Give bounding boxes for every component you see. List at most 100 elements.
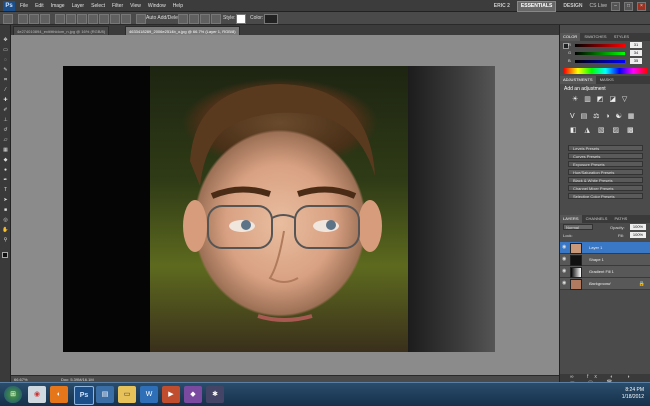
intersect-icon[interactable] bbox=[200, 14, 210, 24]
eye-icon[interactable]: ◉ bbox=[562, 281, 567, 286]
opacity-input[interactable]: 100% bbox=[630, 224, 646, 230]
green-channel-slider[interactable]: G 34 bbox=[568, 50, 642, 57]
history-brush-tool-icon[interactable]: ↺ bbox=[2, 127, 9, 134]
menu-filter[interactable]: Filter bbox=[112, 0, 123, 12]
pen-icon[interactable] bbox=[55, 14, 65, 24]
chrome-icon[interactable]: ◉ bbox=[28, 386, 46, 403]
eraser-tool-icon[interactable]: ▱ bbox=[2, 137, 9, 144]
color-ramp[interactable] bbox=[564, 68, 647, 74]
word-icon[interactable]: W bbox=[140, 386, 158, 403]
folder-icon[interactable]: ▭ bbox=[118, 386, 136, 403]
dodge-tool-icon[interactable]: ● bbox=[2, 167, 9, 174]
clone-stamp-tool-icon[interactable]: ⊥ bbox=[2, 117, 9, 124]
eye-icon[interactable]: ◉ bbox=[562, 245, 567, 250]
explorer-icon[interactable]: ▤ bbox=[96, 386, 114, 403]
tab-adjustments[interactable]: ADJUSTMENTS bbox=[560, 76, 596, 84]
tab-swatches[interactable]: SWATCHES bbox=[581, 33, 609, 41]
workspace-eric2[interactable]: ERIC 2 bbox=[491, 2, 513, 11]
firefox-icon[interactable]: ◐ bbox=[50, 386, 68, 403]
color-swatch[interactable] bbox=[264, 14, 278, 24]
subtract-icon[interactable] bbox=[189, 14, 199, 24]
path-select-tool-icon[interactable]: ➤ bbox=[2, 197, 9, 204]
app-icon[interactable]: ◆ bbox=[184, 386, 202, 403]
preset-exposure[interactable]: Exposure Presets bbox=[568, 161, 643, 167]
gradient-tool-icon[interactable]: ▦ bbox=[2, 147, 9, 154]
shape-layers-icon[interactable] bbox=[18, 14, 28, 24]
pen-tool-icon[interactable]: ✒ bbox=[2, 177, 9, 184]
3d-rotate-tool-icon[interactable]: ◎ bbox=[2, 217, 9, 224]
polygon-icon[interactable] bbox=[110, 14, 120, 24]
combine-icon[interactable] bbox=[178, 14, 188, 24]
eye-icon[interactable]: ◉ bbox=[562, 269, 567, 274]
foreground-color-swatch[interactable] bbox=[2, 252, 8, 258]
menu-view[interactable]: View bbox=[130, 0, 141, 12]
menu-select[interactable]: Select bbox=[91, 0, 105, 12]
menu-layer[interactable]: Layer bbox=[72, 0, 85, 12]
preset-selective-color[interactable]: Selective Color Presets bbox=[568, 193, 643, 199]
ellipse-icon[interactable] bbox=[99, 14, 109, 24]
rounded-rectangle-icon[interactable] bbox=[88, 14, 98, 24]
shape-tool-icon[interactable]: ■ bbox=[2, 207, 9, 214]
system-clock[interactable]: 8:24 PM 1/18/2012 bbox=[622, 387, 644, 401]
menu-window[interactable]: Window bbox=[148, 0, 166, 12]
eye-icon[interactable]: ◉ bbox=[562, 257, 567, 262]
line-icon[interactable] bbox=[121, 14, 131, 24]
auto-add-delete-checkbox[interactable] bbox=[136, 14, 146, 24]
layer-row[interactable]: ◉ Gradient Fill 1 bbox=[560, 266, 650, 278]
eyedropper-tool-icon[interactable]: ⁄ bbox=[2, 87, 9, 94]
exclude-icon[interactable] bbox=[211, 14, 221, 24]
paths-icon[interactable] bbox=[29, 14, 39, 24]
layer-row[interactable]: ◉ Background 🔒 bbox=[560, 278, 650, 290]
adjustment-icons-row-1[interactable]: ☀ ▥ ◩ ◪ ▽ bbox=[572, 95, 642, 105]
blur-tool-icon[interactable]: ◆ bbox=[2, 157, 9, 164]
tab-channels[interactable]: CHANNELS bbox=[583, 215, 611, 223]
red-channel-slider[interactable]: R 31 bbox=[568, 42, 642, 49]
layer-row[interactable]: ◉ Shape 1 bbox=[560, 254, 650, 266]
crop-tool-icon[interactable]: ⌗ bbox=[2, 77, 9, 84]
layers-footer-icons[interactable]: ∞ fx ◐ ◑ ▭ ▢ 🗑 bbox=[560, 374, 650, 386]
preset-hue-saturation[interactable]: Hue/Saturation Presets bbox=[568, 169, 643, 175]
pen-tool-preset-icon[interactable] bbox=[3, 14, 13, 24]
menu-image[interactable]: Image bbox=[51, 0, 65, 12]
layer-row[interactable]: ◉ Layer 1 bbox=[560, 242, 650, 254]
maximize-icon[interactable]: □ bbox=[624, 1, 633, 11]
minimize-icon[interactable]: – bbox=[611, 1, 620, 11]
brush-tool-icon[interactable]: ✐ bbox=[2, 107, 9, 114]
tab-layers[interactable]: LAYERS bbox=[560, 215, 582, 223]
move-tool-icon[interactable]: ✥ bbox=[2, 37, 9, 44]
media-icon[interactable]: ▶ bbox=[162, 386, 180, 403]
preset-curves[interactable]: Curves Presets bbox=[568, 153, 643, 159]
zoom-tool-icon[interactable]: ⚲ bbox=[2, 237, 9, 244]
close-icon[interactable]: × bbox=[637, 1, 646, 11]
blend-mode-select[interactable]: Normal bbox=[563, 224, 593, 230]
menu-edit[interactable]: Edit bbox=[35, 0, 44, 12]
healing-tool-icon[interactable]: ✚ bbox=[2, 97, 9, 104]
preset-channel-mixer[interactable]: Channel Mixer Presets bbox=[568, 185, 643, 191]
style-swatch[interactable] bbox=[236, 14, 246, 24]
tab-color[interactable]: COLOR bbox=[560, 33, 581, 41]
blue-channel-slider[interactable]: B 35 bbox=[568, 58, 642, 65]
type-tool-icon[interactable]: T bbox=[2, 187, 9, 194]
adjustment-icons-row-2[interactable]: V ▤ ⚖ ◑ ☯ ▦ bbox=[570, 112, 644, 122]
fill-pixels-icon[interactable] bbox=[40, 14, 50, 24]
cs-live-button[interactable]: CS Live bbox=[589, 3, 607, 9]
workspace-essentials[interactable]: ESSENTIALS bbox=[516, 0, 557, 12]
menu-file[interactable]: File bbox=[20, 0, 28, 12]
marquee-tool-icon[interactable]: ▭ bbox=[2, 47, 9, 54]
quick-select-tool-icon[interactable]: ✎ bbox=[2, 67, 9, 74]
preset-black-white[interactable]: Black & White Presets bbox=[568, 177, 643, 183]
adjustment-icons-row-3[interactable]: ◧ ◮ ▧ ▨ ▩ bbox=[570, 126, 644, 136]
lasso-tool-icon[interactable]: ◌ bbox=[2, 57, 9, 64]
hand-tool-icon[interactable]: ✋ bbox=[2, 227, 9, 234]
tab-masks[interactable]: MASKS bbox=[597, 76, 617, 84]
photoshop-taskbar-icon[interactable]: Ps bbox=[74, 386, 94, 405]
tab-paths[interactable]: PATHS bbox=[612, 215, 631, 223]
preset-levels[interactable]: Levels Presets bbox=[568, 145, 643, 151]
rectangle-icon[interactable] bbox=[77, 14, 87, 24]
workspace-design[interactable]: DESIGN bbox=[560, 2, 585, 11]
menu-help[interactable]: Help bbox=[173, 0, 183, 12]
fill-input[interactable]: 100% bbox=[630, 232, 646, 238]
start-button[interactable]: ⊞ bbox=[4, 386, 22, 403]
tab-styles[interactable]: STYLES bbox=[611, 33, 632, 41]
freeform-pen-icon[interactable] bbox=[66, 14, 76, 24]
